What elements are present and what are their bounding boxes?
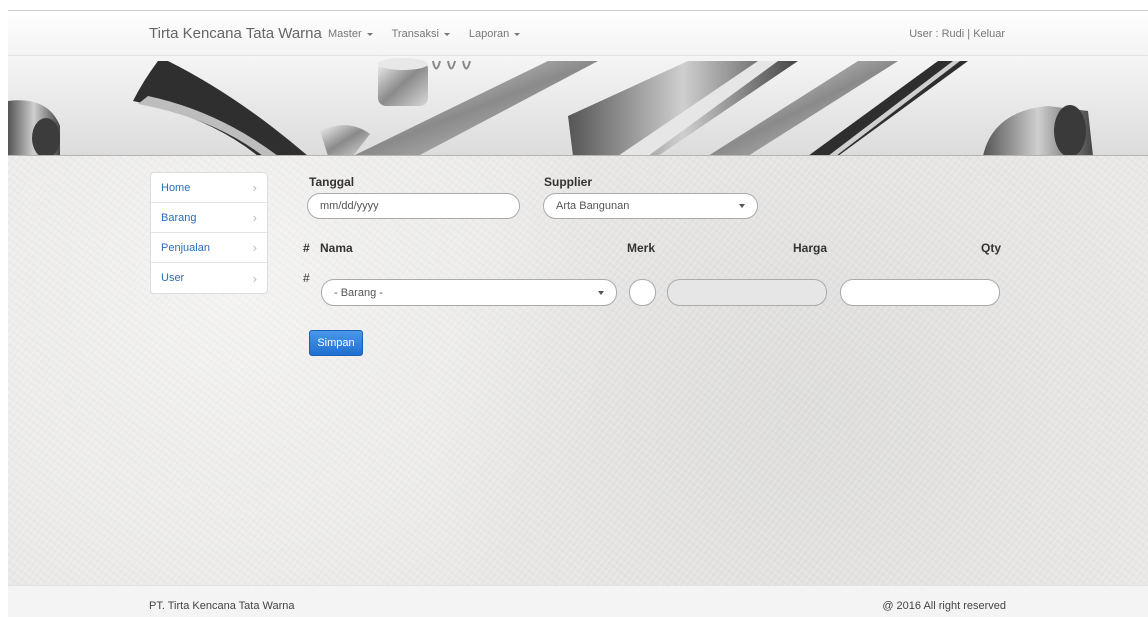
barang-select[interactable]: - Barang - bbox=[321, 279, 617, 306]
barang-select-value: - Barang - bbox=[334, 286, 383, 299]
footer: PT. Tirta Kencana Tata Warna @ 2016 All … bbox=[8, 585, 1148, 617]
nav-item-label: Transaksi bbox=[391, 28, 439, 40]
main-content: Home › Barang › Penjualan › User › Tangg… bbox=[8, 156, 1148, 585]
footer-copyright: @ 2016 All right reserved bbox=[882, 600, 1006, 612]
navbar: Tirta Kencana Tata Warna Master Transaks… bbox=[8, 11, 1148, 56]
merk-input[interactable] bbox=[629, 279, 656, 306]
header-harga: Harga bbox=[793, 241, 828, 255]
brand-title[interactable]: Tirta Kencana Tata Warna bbox=[149, 25, 322, 42]
nav-item-master[interactable]: Master bbox=[328, 28, 373, 40]
header-merk: Merk bbox=[627, 241, 656, 255]
save-button[interactable]: Simpan bbox=[309, 330, 363, 356]
nav-menu: Master Transaksi Laporan bbox=[328, 28, 521, 40]
nav-item-transaksi[interactable]: Transaksi bbox=[392, 28, 450, 40]
logout-link[interactable]: Keluar bbox=[973, 28, 1005, 40]
purchase-form: Tanggal mm/dd/yyyy Supplier Arta Banguna… bbox=[8, 156, 1148, 585]
user-name: User : Rudi bbox=[909, 28, 965, 40]
qty-input[interactable] bbox=[840, 279, 1000, 306]
harga-input[interactable] bbox=[667, 279, 827, 306]
caret-down-icon bbox=[598, 290, 604, 295]
header-banner bbox=[8, 56, 1148, 156]
caret-down-icon bbox=[366, 32, 373, 36]
app-frame: Tirta Kencana Tata Warna Master Transaks… bbox=[8, 10, 1148, 617]
metal-products-banner-image bbox=[8, 58, 1093, 155]
nav-item-laporan[interactable]: Laporan bbox=[468, 28, 521, 40]
caret-down-icon bbox=[739, 204, 745, 208]
header-num: # bbox=[303, 241, 310, 255]
caret-down-icon bbox=[443, 32, 450, 36]
row-num: # bbox=[303, 271, 310, 285]
nav-item-label: Master bbox=[328, 28, 362, 40]
date-input[interactable]: mm/dd/yyyy bbox=[307, 193, 520, 219]
header-nama: Nama bbox=[320, 241, 353, 255]
nav-item-label: Laporan bbox=[468, 28, 510, 40]
caret-down-icon bbox=[514, 32, 521, 36]
date-label: Tanggal bbox=[309, 175, 355, 189]
user-area: User : Rudi | Keluar bbox=[909, 28, 1005, 40]
header-qty: Qty bbox=[981, 241, 1002, 255]
user-separator: | bbox=[964, 28, 974, 40]
supplier-select-value: Arta Bangunan bbox=[556, 200, 630, 212]
footer-company: PT. Tirta Kencana Tata Warna bbox=[149, 600, 295, 612]
supplier-select[interactable]: Arta Bangunan bbox=[543, 193, 758, 219]
supplier-label: Supplier bbox=[544, 175, 593, 189]
